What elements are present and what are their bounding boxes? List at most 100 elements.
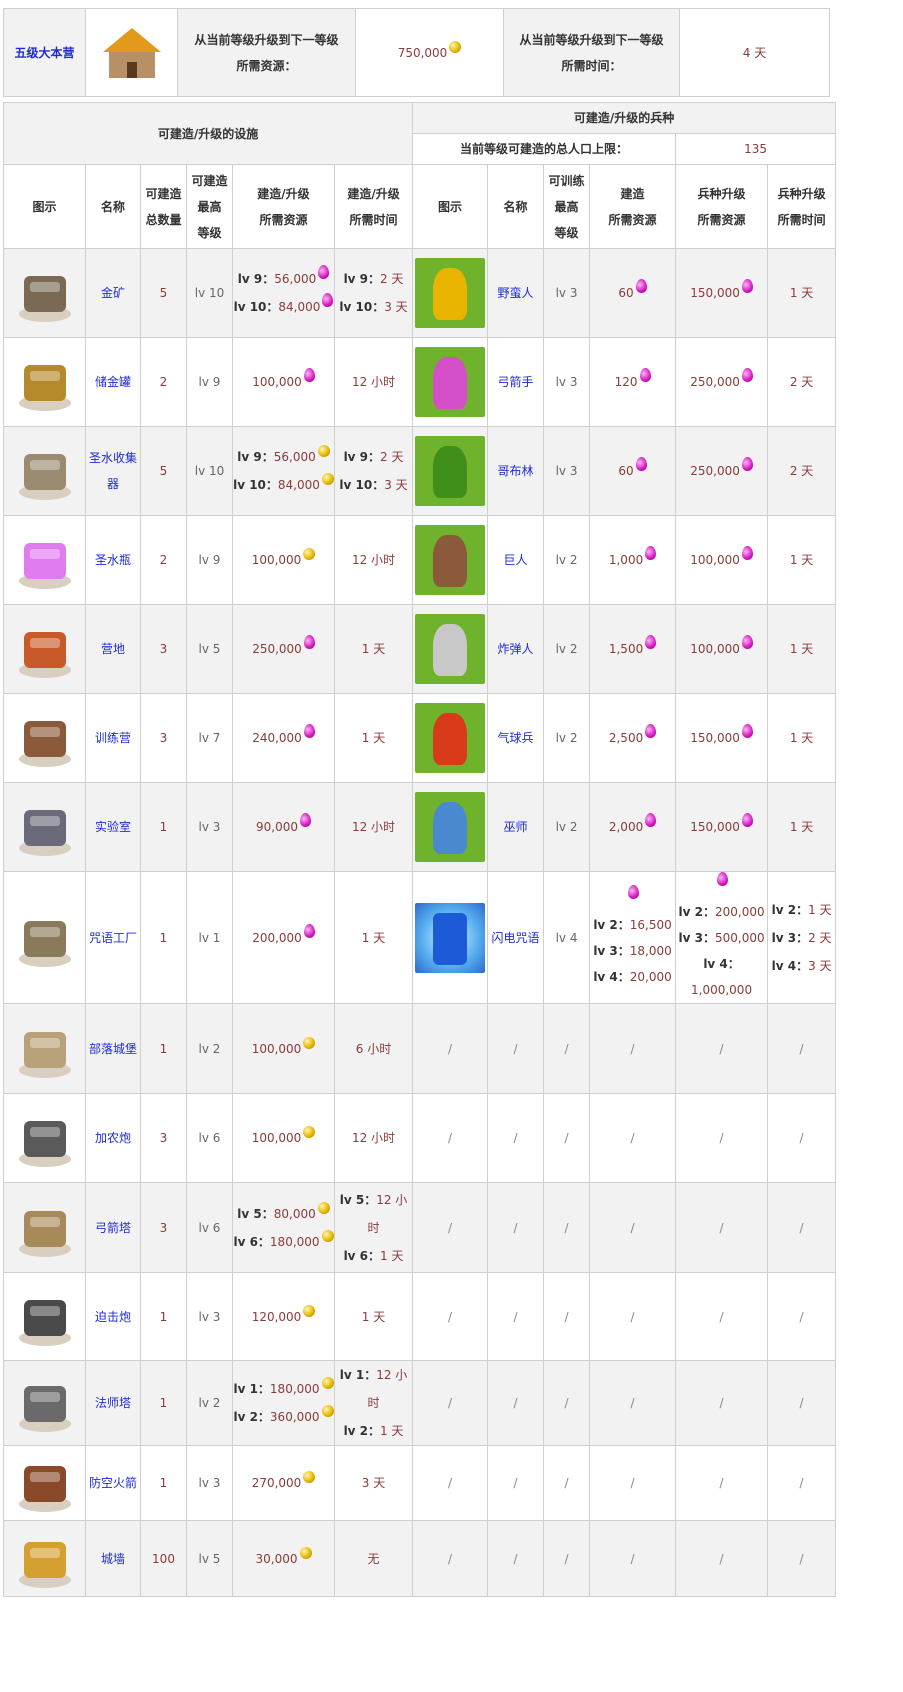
empty-troop-cell: / — [543, 1093, 591, 1183]
building-name-link[interactable]: 防空火箭 — [89, 1476, 137, 1490]
max-level-cell: lv 6 — [186, 1182, 233, 1273]
building-name-link[interactable]: 金矿 — [101, 286, 125, 300]
slash-placeholder: / — [513, 1476, 518, 1490]
table-row: 圣水瓶 2 lv 9 100,000 12 小时 巨人 lv 2 1,000 100,000 1 … — [3, 515, 837, 605]
troop-name-link[interactable]: 巫师 — [504, 820, 528, 834]
count-value: 3 — [159, 642, 168, 656]
building-name-link[interactable]: 咒语工厂 — [89, 931, 137, 945]
value: 100,000 — [251, 553, 302, 567]
building-name-link[interactable]: 储金罐 — [95, 375, 131, 389]
building-name-link[interactable]: 迫击炮 — [95, 1310, 131, 1324]
elixir-icon — [628, 885, 640, 899]
troop-time-cell: 1 天 — [767, 248, 837, 338]
troop-name-link[interactable]: 哥布林 — [498, 464, 534, 478]
value: 1,000,000 — [691, 983, 753, 997]
troop-name-cell: 弓箭手 — [487, 337, 545, 427]
col-troop-build: 建造 — [620, 186, 645, 201]
elixir-icon — [303, 635, 315, 649]
troop-name-link[interactable]: 气球兵 — [498, 731, 534, 745]
troop-icon-cell — [412, 248, 489, 338]
troop-portrait-icon — [415, 258, 486, 328]
building-name-link[interactable]: 营地 — [101, 642, 125, 656]
troop-name-link[interactable]: 炸弹人 — [498, 642, 534, 656]
empty-troop-cell: / — [767, 1003, 837, 1094]
time-cell: 12 小时 — [333, 1093, 414, 1183]
empty-troop-cell: / — [412, 1520, 489, 1597]
col-cost-2: 所需资源 — [259, 212, 308, 227]
troop-upgrade-value: 100,000 — [690, 553, 740, 567]
level-label: lv 6： — [343, 1248, 381, 1263]
table-row: 加农炮 3 lv 6 100,000 12 小时 / / / / / / — [3, 1093, 837, 1183]
building-icon-cell — [3, 1182, 86, 1273]
empty-troop-cell: / — [487, 1520, 545, 1597]
troop-name-link[interactable]: 闪电咒语 — [492, 931, 540, 945]
building-name-link[interactable]: 加农炮 — [95, 1131, 131, 1145]
count-value: 3 — [159, 731, 168, 745]
slash-placeholder: / — [719, 1396, 724, 1410]
spell-time-cell: lv 2：1 天 lv 3：2 天 lv 4：3 天 — [767, 871, 837, 1004]
value: 2 天 — [380, 450, 404, 464]
building-name-link[interactable]: 实验室 — [95, 820, 131, 834]
col-count: 可建造 — [145, 186, 182, 201]
empty-troop-cell: / — [412, 1445, 489, 1521]
troop-portrait-icon — [415, 792, 486, 862]
count-value: 1 — [159, 930, 168, 945]
building-name-link[interactable]: 弓箭塔 — [95, 1221, 131, 1235]
elixir-icon — [717, 872, 729, 886]
building-icon-cell — [3, 1445, 86, 1521]
building-name-cell: 营地 — [85, 604, 141, 694]
troop-upgrade-cell: 150,000 — [675, 248, 769, 338]
slash-placeholder: / — [564, 1396, 569, 1410]
value: 1 天 — [361, 642, 386, 656]
troop-name-cell: 野蛮人 — [487, 248, 545, 338]
town-hall-link[interactable]: 五级大本营 — [14, 46, 74, 60]
building-icon-cell — [3, 248, 86, 338]
troop-upgrade-value: 150,000 — [690, 731, 740, 745]
building-name-cell: 储金罐 — [85, 337, 141, 427]
max-level-cell: lv 1 — [186, 871, 233, 1004]
table-row: 法师塔 1 lv 2 lv 1：180,000 lv 2：360,000 lv 1：12 … — [3, 1360, 837, 1446]
time-cell: lv 9：2 天 lv 10：3 天 — [333, 248, 414, 338]
elixir-icon — [318, 265, 330, 279]
slash-placeholder: / — [513, 1551, 518, 1566]
troop-upgrade-value: 150,000 — [690, 820, 740, 834]
empty-troop-cell: / — [675, 1182, 769, 1273]
col-troop-build-2: 所需资源 — [608, 212, 657, 227]
slash-placeholder: / — [448, 1220, 453, 1235]
troop-name-link[interactable]: 巨人 — [504, 553, 528, 567]
troop-name-link[interactable]: 弓箭手 — [498, 375, 534, 389]
count-cell: 5 — [140, 248, 187, 338]
gold-icon — [317, 445, 330, 457]
troop-name-link[interactable]: 野蛮人 — [498, 286, 534, 300]
troop-icon-cell — [412, 604, 489, 694]
slash-placeholder: / — [564, 1309, 569, 1324]
value: 200,000 — [252, 930, 302, 945]
gold-icon — [303, 1471, 316, 1483]
empty-troop-cell: / — [412, 1093, 489, 1183]
building-name-link[interactable]: 圣水收集器 — [89, 451, 137, 491]
slash-placeholder: / — [799, 1131, 804, 1145]
empty-troop-cell: / — [589, 1520, 677, 1597]
troop-time-cell: 1 天 — [767, 515, 837, 605]
empty-troop-cell: / — [589, 1360, 677, 1446]
level-label: lv 4： — [771, 958, 809, 973]
max-level-cell: lv 10 — [186, 248, 233, 338]
slash-placeholder: / — [630, 1041, 635, 1056]
building-icon — [18, 1210, 71, 1257]
value: 500,000 — [714, 931, 765, 945]
res-label-2: 所需资源： — [236, 58, 297, 73]
building-name-link[interactable]: 法师塔 — [95, 1396, 131, 1410]
building-name-link[interactable]: 训练营 — [95, 731, 131, 745]
building-icon — [18, 632, 71, 678]
building-name-link[interactable]: 城墙 — [101, 1552, 125, 1566]
gold-icon — [321, 1229, 334, 1242]
troop-upgrade-value: 100,000 — [690, 642, 740, 656]
value: 1 天 — [361, 731, 386, 745]
empty-troop-cell: / — [675, 1360, 769, 1446]
empty-troop-cell: / — [589, 1003, 677, 1094]
troop-name-cell: 闪电咒语 — [487, 871, 545, 1004]
building-name-link[interactable]: 圣水瓶 — [95, 553, 131, 567]
building-name-link[interactable]: 部落城堡 — [89, 1042, 137, 1056]
building-icon-cell — [3, 871, 86, 1004]
value: 12 小时 — [351, 1131, 396, 1145]
